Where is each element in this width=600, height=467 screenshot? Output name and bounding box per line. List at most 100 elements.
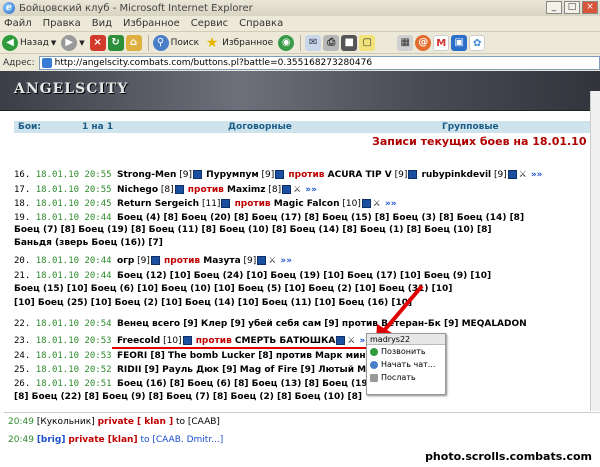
battle-row[interactable]: 18. 18.01.10 20:45 Return Sergeich [11] … xyxy=(14,198,397,210)
row-participants: FEORI [8] The bomb Lucker [8] против Мар… xyxy=(116,351,408,361)
crossed-swords-icon[interactable]: ⚔ xyxy=(518,170,528,180)
fighter-level: [9] xyxy=(491,170,507,180)
crossed-swords-icon[interactable]: ⚔ xyxy=(346,336,356,346)
msn-icon[interactable]: ✿ xyxy=(469,34,486,51)
tab-one-on-one[interactable]: 1 на 1 xyxy=(82,122,113,132)
info-icon[interactable] xyxy=(275,170,285,179)
fighter-name: ACURA TIP V xyxy=(327,170,392,180)
address-input[interactable]: http://angelscity.combats.com/buttons.pl… xyxy=(38,55,600,70)
tab-group[interactable]: Групповые xyxy=(442,122,499,132)
media-icon[interactable]: ◉ xyxy=(278,34,295,51)
fighter-name: Magic Falcon xyxy=(273,199,340,209)
fighter-name: Strong-Men xyxy=(116,170,177,180)
page-scrollbar[interactable] xyxy=(590,91,600,411)
back-button[interactable]: ◀ Назад ▼ xyxy=(2,34,56,51)
gmail-icon[interactable]: M xyxy=(433,34,450,51)
info-icon[interactable] xyxy=(182,336,192,345)
fighter-name: Nichego xyxy=(116,185,159,195)
search-button[interactable]: ⚲ Поиск xyxy=(152,34,199,51)
row-number: 24. xyxy=(14,351,36,361)
view-battle-link: »» xyxy=(527,170,543,180)
view-battle-link: »» xyxy=(381,199,397,209)
tool-icon[interactable]: ▣ xyxy=(451,34,468,51)
battle-row[interactable]: 20. 18.01.10 20:44 огр [9] против Мазута… xyxy=(14,255,292,267)
info-icon[interactable] xyxy=(193,170,203,179)
battle-row[interactable]: [8] Боец (22) [8] Боец (9) [8] Боец (7) … xyxy=(14,391,362,403)
minimize-button[interactable]: _ xyxy=(546,1,562,14)
send-icon xyxy=(370,373,378,382)
favorites-button[interactable]: ★ Избранное xyxy=(204,35,273,51)
menu-help[interactable]: Справка xyxy=(239,18,283,29)
fighter-name: огр xyxy=(116,256,135,266)
info-icon[interactable] xyxy=(150,256,160,265)
menu-tools[interactable]: Сервис xyxy=(191,18,228,29)
battle-row[interactable]: 17. 18.01.10 20:55 Nichego [8] против Ma… xyxy=(14,184,317,196)
row-timestamp: 18.01.10 20:54 xyxy=(35,319,117,329)
battle-row[interactable]: Боец (7) [8] Боец (19) [8] Боец (11) [8]… xyxy=(14,224,492,236)
row-number: 17. xyxy=(14,185,36,195)
edit-icon[interactable]: ■ xyxy=(341,34,358,51)
forward-button[interactable]: ▶ ▼ xyxy=(61,34,85,51)
fighter-name: Maximz xyxy=(227,185,266,195)
stop-icon[interactable]: × xyxy=(89,34,106,51)
battle-row[interactable]: Боец (15) [10] Боец (6) [10] Боец (10) [… xyxy=(14,283,452,295)
row-number: 26. xyxy=(14,379,36,389)
battle-row[interactable]: 24. 18.01.10 20:53 FEORI [8] The bomb Lu… xyxy=(14,350,407,362)
battle-row[interactable]: 23. 18.01.10 20:53 Freecold [10] против … xyxy=(14,335,371,347)
battle-row[interactable]: Баньдя (зверь Боец (16)) [7] xyxy=(14,237,163,249)
address-url: http://angelscity.combats.com/buttons.pl… xyxy=(54,57,373,68)
view-battle-link: »» xyxy=(277,256,293,266)
crossed-swords-icon[interactable]: ⚔ xyxy=(292,185,302,195)
info-icon[interactable] xyxy=(507,170,517,179)
send-menu-item[interactable]: Послать xyxy=(367,371,445,384)
battle-row[interactable]: 22. 18.01.10 20:54 Венец всего [9] Клер … xyxy=(14,318,527,330)
fighter-name: Пурумпум xyxy=(203,170,259,180)
row-number: 22. xyxy=(14,319,36,329)
fighter-level: [8] xyxy=(265,185,282,195)
tab-agreed[interactable]: Договорные xyxy=(228,122,292,132)
battle-row[interactable]: 19. 18.01.10 20:44 Боец (4) [8] Боец (20… xyxy=(14,212,524,224)
tabs-label: Бои: xyxy=(18,122,41,132)
call-menu-item[interactable]: Позвонить xyxy=(367,345,445,358)
maximize-button[interactable]: □ xyxy=(564,1,580,14)
versus-label: против xyxy=(192,336,235,346)
battle-row[interactable]: 21. 18.01.10 20:44 Боец (12) [10] Боец (… xyxy=(14,270,491,282)
refresh-icon[interactable]: ↻ xyxy=(107,34,124,51)
fighter-name: Мазута xyxy=(203,256,241,266)
messenger-icon[interactable]: @ xyxy=(415,34,432,51)
fighter-level: [9] xyxy=(240,256,257,266)
menu-favorites[interactable]: Избранное xyxy=(123,18,180,29)
crossed-swords-icon[interactable]: ⚔ xyxy=(372,199,382,209)
chat-menu-item[interactable]: Начать чат... xyxy=(367,358,445,371)
battle-row[interactable]: 16. 18.01.10 20:55 Strong-Men [9] Пурумп… xyxy=(14,169,543,181)
research-icon[interactable]: ▦ xyxy=(397,34,414,51)
battle-row[interactable]: [10] Боец (25) [10] Боец (2) [10] Боец (… xyxy=(14,297,412,309)
menu-edit[interactable]: Правка xyxy=(43,18,81,29)
fighter-level: [11] xyxy=(199,199,221,209)
row-timestamp: 18.01.10 20:45 xyxy=(35,199,117,209)
row-timestamp: 18.01.10 20:44 xyxy=(35,256,117,266)
menu-file[interactable]: Файл xyxy=(4,18,32,29)
row-timestamp: 18.01.10 20:53 xyxy=(35,351,117,361)
crossed-swords-icon[interactable]: ⚔ xyxy=(267,256,277,266)
chat-line: 20:49 [Кукольник] private [ klan ] to [C… xyxy=(8,417,220,427)
records-header: Записи текущих боев на 18.01.10 (всего xyxy=(372,135,600,148)
info-icon[interactable] xyxy=(174,185,184,194)
discuss-icon[interactable]: ▢ xyxy=(359,34,376,51)
info-icon[interactable] xyxy=(408,170,418,179)
mail-icon[interactable]: ✉ xyxy=(305,34,322,51)
menu-view[interactable]: Вид xyxy=(92,18,112,29)
close-button[interactable]: × xyxy=(582,1,598,14)
row-number: 20. xyxy=(14,256,36,266)
home-icon[interactable]: ⌂ xyxy=(125,34,142,51)
info-icon[interactable] xyxy=(361,199,371,208)
info-icon[interactable] xyxy=(282,185,292,194)
info-icon[interactable] xyxy=(221,199,231,208)
info-icon[interactable] xyxy=(336,336,346,345)
popup-title: madrys22 xyxy=(367,334,445,345)
print-icon[interactable]: ⎙ xyxy=(323,34,340,51)
star-icon: ★ xyxy=(205,34,219,51)
info-icon[interactable] xyxy=(257,256,267,265)
row-number: 19. xyxy=(14,213,36,223)
row-number: 23. xyxy=(14,336,36,346)
